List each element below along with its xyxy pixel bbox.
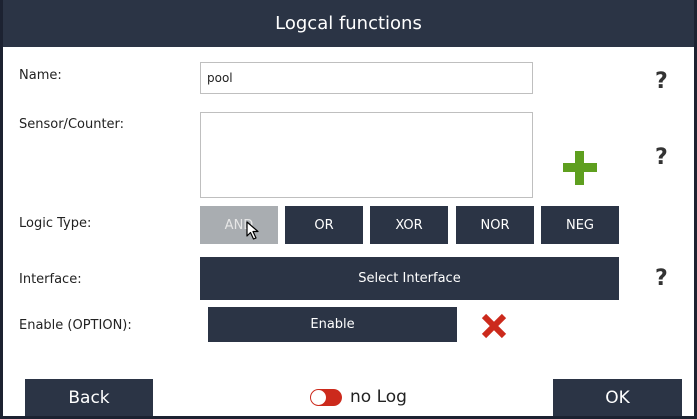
sensor-counter-label: Sensor/Counter: [19, 117, 125, 132]
logic-or-button[interactable]: OR [285, 206, 363, 244]
interface-label: Interface: [19, 272, 82, 287]
enable-button[interactable]: Enable [208, 307, 457, 342]
sensor-counter-field[interactable] [200, 112, 533, 198]
logic-xor-button[interactable]: XOR [370, 206, 448, 244]
select-interface-button[interactable]: Select Interface [200, 257, 619, 300]
logic-type-label: Logic Type: [19, 216, 92, 231]
enable-option-label: Enable (OPTION): [19, 318, 132, 333]
log-toggle-switch[interactable] [310, 389, 342, 406]
name-help-icon[interactable]: ? [655, 69, 668, 94]
logical-functions-dialog: Logcal functions Name: ? Sensor/Counter:… [3, 0, 694, 416]
logic-neg-button[interactable]: NEG [541, 206, 619, 244]
toggle-knob [311, 390, 326, 405]
sensor-help-icon[interactable]: ? [655, 145, 668, 170]
logic-and-button[interactable]: AND [200, 206, 278, 244]
name-input[interactable] [200, 62, 533, 94]
add-sensor-plus-icon[interactable] [563, 151, 597, 185]
title-bar: Logcal functions [3, 0, 694, 47]
name-label: Name: [19, 68, 62, 83]
mouse-cursor-icon [246, 221, 259, 240]
back-button[interactable]: Back [25, 379, 153, 416]
ok-button[interactable]: OK [553, 379, 682, 416]
logic-nor-button[interactable]: NOR [456, 206, 534, 244]
window-title: Logcal functions [275, 13, 422, 34]
log-toggle-label: no Log [350, 387, 407, 407]
remove-x-icon[interactable] [480, 312, 508, 340]
interface-help-icon[interactable]: ? [655, 266, 668, 291]
